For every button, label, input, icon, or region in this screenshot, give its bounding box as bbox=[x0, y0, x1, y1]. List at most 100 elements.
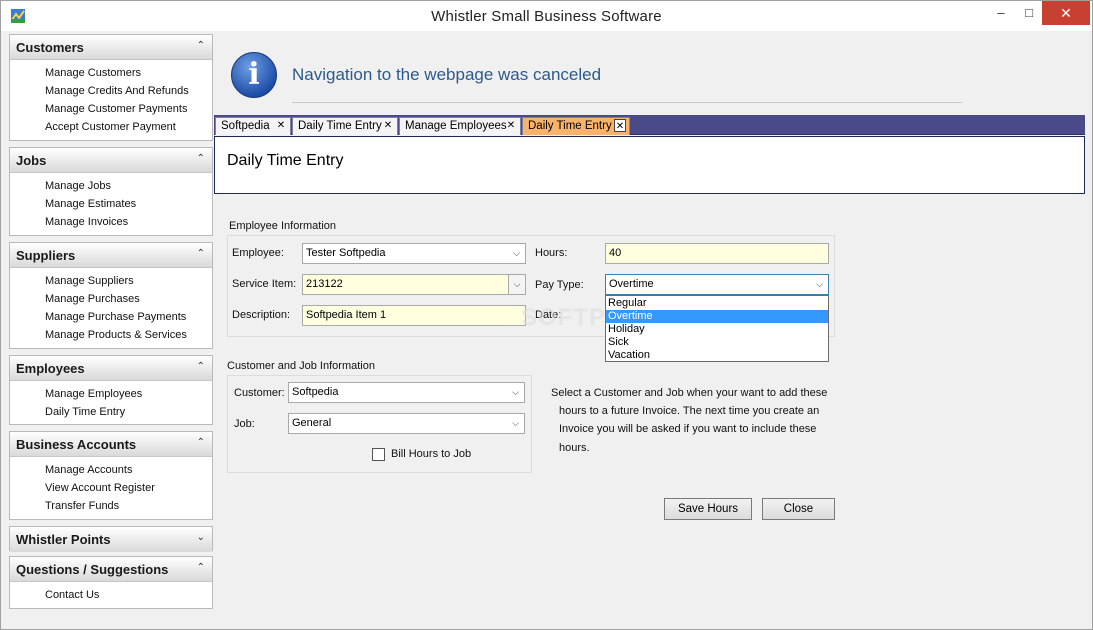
chevron-down-icon[interactable]: ⌵ bbox=[507, 383, 524, 402]
sidebar-item-manage-invoices[interactable]: Manage Invoices bbox=[45, 216, 128, 228]
sidebar-item-manage-accounts[interactable]: Manage Accounts bbox=[45, 464, 132, 476]
sidebar-item-contact-us[interactable]: Contact Us bbox=[45, 589, 99, 601]
sidebar-item-manage-jobs[interactable]: Manage Jobs bbox=[45, 180, 111, 192]
customer-value: Softpedia bbox=[292, 386, 339, 398]
sidebar-item-daily-time-entry[interactable]: Daily Time Entry bbox=[45, 406, 125, 418]
chevron-down-icon[interactable]: ⌵ bbox=[811, 275, 828, 294]
sidebar-group-label: Jobs bbox=[16, 153, 47, 168]
sidebar-item-view-account-register[interactable]: View Account Register bbox=[45, 482, 155, 494]
banner-message: Navigation to the webpage was canceled bbox=[292, 65, 602, 84]
close-window-icon[interactable]: ✕ bbox=[1042, 1, 1090, 25]
sidebar-item-manage-purchases[interactable]: Manage Purchases bbox=[45, 293, 140, 305]
chevron-up-icon[interactable]: ⌃ bbox=[197, 437, 205, 448]
chevron-up-icon[interactable]: ⌃ bbox=[197, 40, 205, 51]
customer-select[interactable]: Softpedia ⌵ bbox=[288, 382, 525, 403]
sidebar-item-manage-customers[interactable]: Manage Customers bbox=[45, 67, 141, 79]
chevron-down-icon[interactable]: ⌵ bbox=[507, 414, 524, 433]
tab-softpedia[interactable]: Softpedia ✕ bbox=[215, 117, 291, 135]
pay-type-option-sick[interactable]: Sick bbox=[606, 336, 828, 349]
help-line-4: hours. bbox=[559, 442, 590, 454]
tab-daily-time-entry[interactable]: Daily Time Entry ✕ bbox=[292, 117, 398, 135]
pay-type-value: Overtime bbox=[609, 278, 654, 290]
tab-daily-time-entry-active[interactable]: Daily Time Entry ✕ bbox=[522, 117, 630, 135]
content-header: Daily Time Entry bbox=[214, 136, 1085, 194]
pay-type-select[interactable]: Overtime ⌵ bbox=[605, 274, 829, 295]
bill-hours-checkbox[interactable] bbox=[372, 448, 385, 461]
window-title: Whistler Small Business Software bbox=[431, 8, 662, 25]
sidebar-group-label: Suppliers bbox=[16, 248, 76, 263]
close-button[interactable]: Close bbox=[762, 498, 835, 520]
sidebar-group-header-jobs[interactable]: Jobs ⌃ bbox=[10, 148, 212, 173]
sidebar-item-manage-employees[interactable]: Manage Employees bbox=[45, 388, 142, 400]
sidebar-group-label: Whistler Points bbox=[16, 532, 111, 547]
sidebar-group-header-whistler-points[interactable]: Whistler Points ⌄ bbox=[10, 527, 212, 552]
sidebar-item-manage-estimates[interactable]: Manage Estimates bbox=[45, 198, 136, 210]
sidebar-item-transfer-funds[interactable]: Transfer Funds bbox=[45, 500, 119, 512]
sidebar-group-whistler-points: Whistler Points ⌄ bbox=[9, 526, 213, 552]
tab-strip: Softpedia ✕ Daily Time Entry ✕ Manage Em… bbox=[214, 115, 1085, 135]
chevron-up-icon[interactable]: ⌃ bbox=[197, 361, 205, 372]
minimize-icon[interactable]: – bbox=[989, 1, 1013, 25]
chevron-down-icon[interactable]: ⌵ bbox=[508, 244, 525, 263]
sidebar-item-manage-purchase-payments[interactable]: Manage Purchase Payments bbox=[45, 311, 186, 323]
sidebar-group-jobs: Jobs ⌃ Manage Jobs Manage Estimates Mana… bbox=[9, 147, 213, 236]
customer-label: Customer: bbox=[234, 387, 285, 399]
service-item-label: Service Item: bbox=[232, 278, 297, 290]
close-tab-icon[interactable]: ✕ bbox=[275, 119, 287, 132]
maximize-icon[interactable]: □ bbox=[1017, 1, 1041, 25]
sidebar-group-label: Business Accounts bbox=[16, 437, 137, 452]
hours-label: Hours: bbox=[535, 247, 568, 259]
sidebar-group-header-business-accounts[interactable]: Business Accounts ⌃ bbox=[10, 432, 212, 457]
job-value: General bbox=[292, 417, 332, 429]
pay-type-option-regular[interactable]: Regular bbox=[606, 297, 828, 310]
close-tab-icon[interactable]: ✕ bbox=[505, 119, 517, 132]
sidebar-group-employees: Employees ⌃ Manage Employees Daily Time … bbox=[9, 355, 213, 425]
tab-label: Manage Employees bbox=[405, 120, 507, 132]
employee-label: Employee: bbox=[232, 247, 284, 259]
tab-label: Daily Time Entry bbox=[298, 120, 382, 132]
chevron-down-icon[interactable]: ⌵ bbox=[508, 275, 525, 294]
close-tab-icon[interactable]: ✕ bbox=[614, 119, 626, 132]
chevron-up-icon[interactable]: ⌃ bbox=[197, 562, 205, 573]
navigation-banner: i Navigation to the webpage was canceled bbox=[219, 40, 1085, 112]
page-title: Daily Time Entry bbox=[227, 152, 344, 169]
pay-type-dropdown-list: Regular Overtime Holiday Sick Vacation bbox=[605, 295, 829, 362]
close-tab-icon[interactable]: ✕ bbox=[382, 119, 394, 132]
sidebar-item-manage-credits-and-refunds[interactable]: Manage Credits And Refunds bbox=[45, 85, 189, 97]
chevron-down-icon[interactable]: ⌄ bbox=[197, 532, 205, 543]
sidebar-group-header-suppliers[interactable]: Suppliers ⌃ bbox=[10, 243, 212, 268]
pay-type-option-overtime[interactable]: Overtime bbox=[606, 310, 828, 323]
sidebar-group-label: Employees bbox=[16, 361, 85, 376]
description-field[interactable]: Softpedia Item 1 bbox=[302, 305, 526, 326]
employee-select[interactable]: Tester Softpedia ⌵ bbox=[302, 243, 526, 264]
sidebar-group-header-questions-suggestions[interactable]: Questions / Suggestions ⌃ bbox=[10, 557, 212, 582]
sidebar-item-manage-products-services[interactable]: Manage Products & Services bbox=[45, 329, 187, 341]
tab-manage-employees[interactable]: Manage Employees ✕ bbox=[399, 117, 521, 135]
sidebar-group-questions-suggestions: Questions / Suggestions ⌃ Contact Us bbox=[9, 556, 213, 609]
title-bar: Whistler Small Business Software – □ ✕ bbox=[1, 1, 1092, 31]
hours-field[interactable]: 40 bbox=[605, 243, 829, 264]
customer-job-info-title: Customer and Job Information bbox=[227, 360, 375, 372]
sidebar-item-manage-suppliers[interactable]: Manage Suppliers bbox=[45, 275, 134, 287]
pay-type-option-vacation[interactable]: Vacation bbox=[606, 349, 828, 362]
employee-info-title: Employee Information bbox=[229, 220, 336, 232]
pay-type-label: Pay Type: bbox=[535, 279, 584, 291]
help-line-1: Select a Customer and Job when your want… bbox=[551, 387, 828, 399]
info-icon: i bbox=[231, 52, 277, 98]
service-item-select[interactable]: 213122 ⌵ bbox=[302, 274, 526, 295]
tab-label: Softpedia bbox=[221, 120, 270, 132]
sidebar-item-manage-customer-payments[interactable]: Manage Customer Payments bbox=[45, 103, 187, 115]
save-hours-button[interactable]: Save Hours bbox=[664, 498, 752, 520]
description-label: Description: bbox=[232, 309, 291, 321]
sidebar-group-header-employees[interactable]: Employees ⌃ bbox=[10, 356, 212, 381]
sidebar-item-accept-customer-payment[interactable]: Accept Customer Payment bbox=[45, 121, 176, 133]
employee-value: Tester Softpedia bbox=[306, 247, 386, 259]
chevron-up-icon[interactable]: ⌃ bbox=[197, 153, 205, 164]
help-line-2: hours to a future Invoice. The next time… bbox=[559, 405, 820, 417]
chevron-up-icon[interactable]: ⌃ bbox=[197, 248, 205, 259]
job-label: Job: bbox=[234, 418, 255, 430]
sidebar-group-label: Questions / Suggestions bbox=[16, 562, 169, 577]
sidebar-group-header-customers[interactable]: Customers ⌃ bbox=[10, 35, 212, 60]
pay-type-option-holiday[interactable]: Holiday bbox=[606, 323, 828, 336]
job-select[interactable]: General ⌵ bbox=[288, 413, 525, 434]
